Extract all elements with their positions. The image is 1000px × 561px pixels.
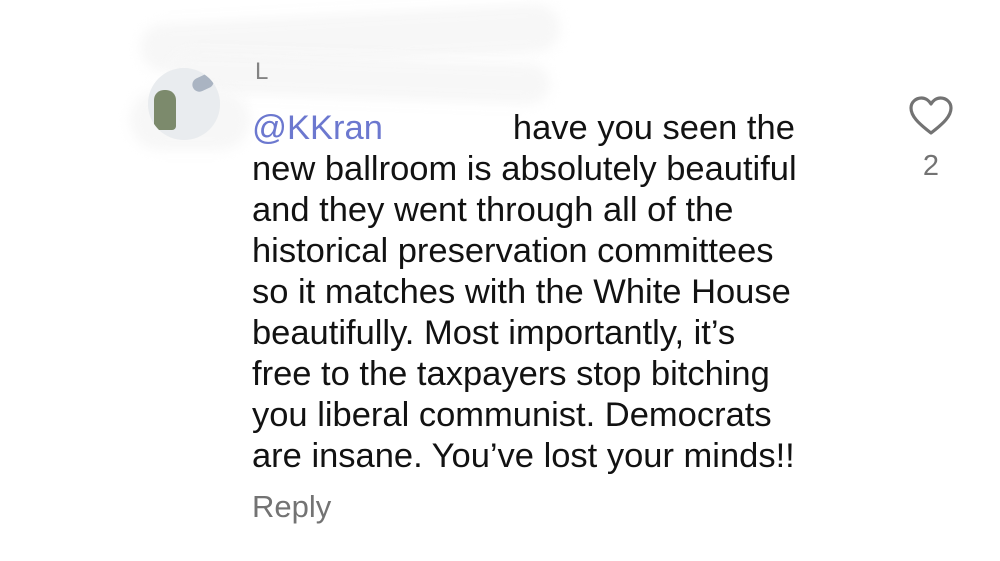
comment-item: L @KKran have you seen the new ballroom i… <box>0 0 1000 561</box>
like-button[interactable] <box>908 96 954 136</box>
comment-text: @KKran have you seen the new ballroom is … <box>252 108 872 477</box>
reply-button[interactable]: Reply <box>252 489 331 525</box>
comment-text-rest: new ballroom is absolutely beautiful and… <box>252 150 797 475</box>
comment-username[interactable]: L <box>255 58 269 86</box>
avatar[interactable] <box>148 68 220 140</box>
like-count: 2 <box>922 150 940 182</box>
comment-text-first-line: have you seen the <box>512 109 795 147</box>
mention-link[interactable]: @KKran <box>252 109 383 147</box>
heart-outline-icon <box>909 96 953 135</box>
